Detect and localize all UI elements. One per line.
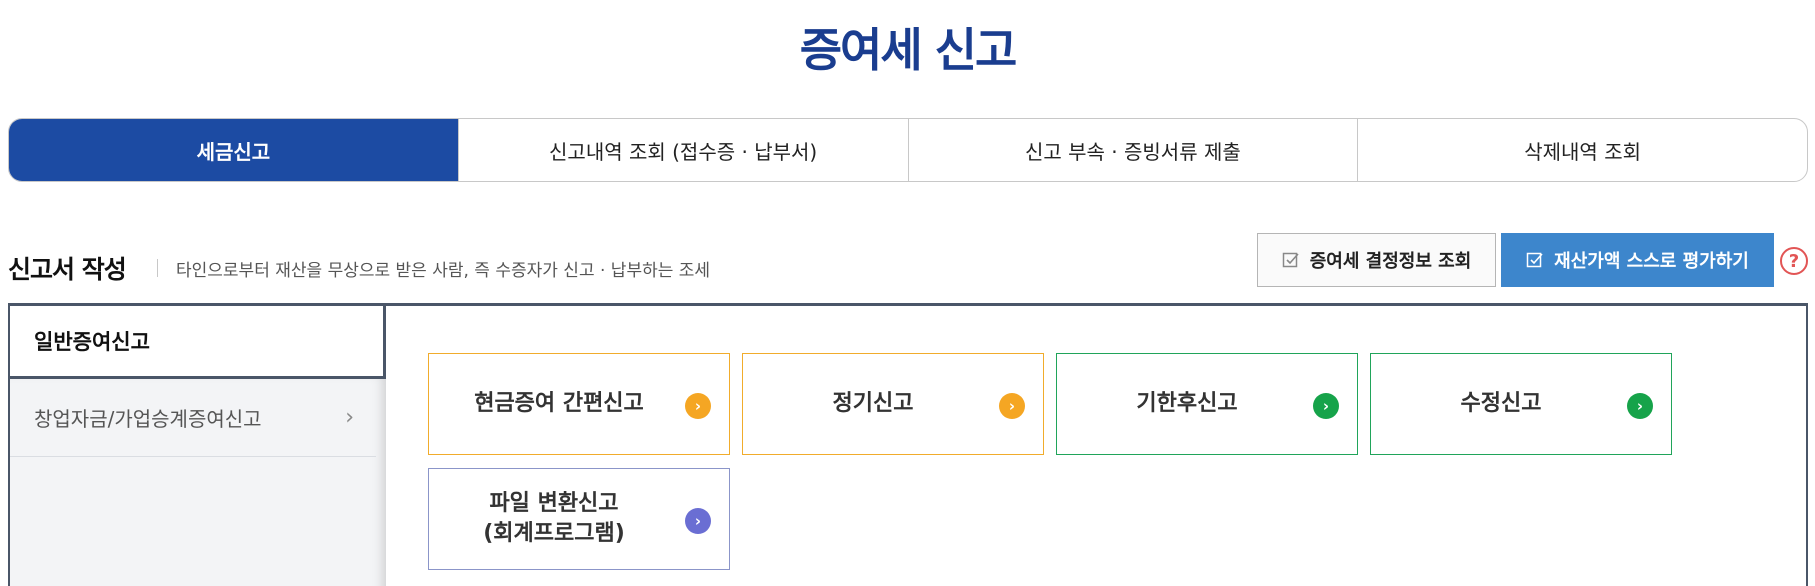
checkbox-edit-icon <box>1282 252 1299 268</box>
card-label: 현금증여 간편신고 <box>474 391 644 417</box>
chevron-right-circle-icon: › <box>999 393 1025 419</box>
tab-tax-filing[interactable]: 세금신고 <box>9 119 458 181</box>
gift-tax-decision-info-label: 증여세 결정정보 조회 <box>1309 251 1472 272</box>
side-item-general-gift-filing[interactable]: 일반증여신고 <box>10 306 386 379</box>
card-regular-filing[interactable]: 정기신고 › <box>742 353 1044 455</box>
section-divider <box>157 259 158 277</box>
section-description: 타인으로부터 재산을 무상으로 받은 사람, 즉 수증자가 신고 · 납부하는 … <box>176 261 711 281</box>
side-menu-inactive-area: 창업자금/가업승계증여신고 › <box>10 379 386 586</box>
card-label: 정기신고 <box>832 391 914 417</box>
chevron-right-icon: › <box>345 405 354 430</box>
side-menu: 일반증여신고 창업자금/가업승계증여신고 › <box>10 306 386 586</box>
filing-panel: 일반증여신고 창업자금/가업승계증여신고 › 현금증여 간편신고 › 정기신고 … <box>8 303 1808 586</box>
chevron-right-circle-icon: › <box>1313 393 1339 419</box>
tab-filing-history[interactable]: 신고내역 조회 (접수증 · 납부서) <box>457 119 908 181</box>
main-tabs: 세금신고 신고내역 조회 (접수증 · 납부서) 신고 부속 · 증빙서류 제출… <box>8 118 1808 182</box>
chevron-right-circle-icon: › <box>1627 393 1653 419</box>
card-label-line1: 파일 변환신고 <box>489 491 619 517</box>
side-item-startup-fund-gift-filing[interactable]: 창업자금/가업승계증여신고 › <box>10 379 376 457</box>
side-item-label: 창업자금/가업승계증여신고 <box>34 407 262 431</box>
help-icon[interactable]: ? <box>1780 247 1808 275</box>
card-label: 수정신고 <box>1460 391 1542 417</box>
self-evaluate-property-button[interactable]: 재산가액 스스로 평가하기 <box>1501 233 1774 287</box>
card-late-filing[interactable]: 기한후신고 › <box>1056 353 1358 455</box>
tab-submit-documents[interactable]: 신고 부속 · 증빙서류 제출 <box>907 119 1358 181</box>
card-amended-filing[interactable]: 수정신고 › <box>1370 353 1672 455</box>
chevron-right-circle-icon: › <box>685 393 711 419</box>
chevron-right-circle-icon: › <box>685 508 711 534</box>
gift-tax-decision-info-button[interactable]: 증여세 결정정보 조회 <box>1257 233 1496 287</box>
card-label-line2: (회계프로그램) <box>483 521 625 546</box>
self-evaluate-property-label: 재산가액 스스로 평가하기 <box>1554 251 1749 272</box>
tab-deleted-history[interactable]: 삭제내역 조회 <box>1357 119 1807 181</box>
card-file-conversion-filing[interactable]: 파일 변환신고 (회계프로그램) › <box>428 468 730 570</box>
card-label: 파일 변환신고 (회계프로그램) <box>483 489 675 548</box>
checkbox-edit-icon <box>1526 252 1543 268</box>
page-title: 증여세 신고 <box>799 23 1018 77</box>
section-title: 신고서 작성 <box>8 255 127 284</box>
card-cash-gift-simple-filing[interactable]: 현금증여 간편신고 › <box>428 353 730 455</box>
card-label: 기한후신고 <box>1136 391 1238 417</box>
